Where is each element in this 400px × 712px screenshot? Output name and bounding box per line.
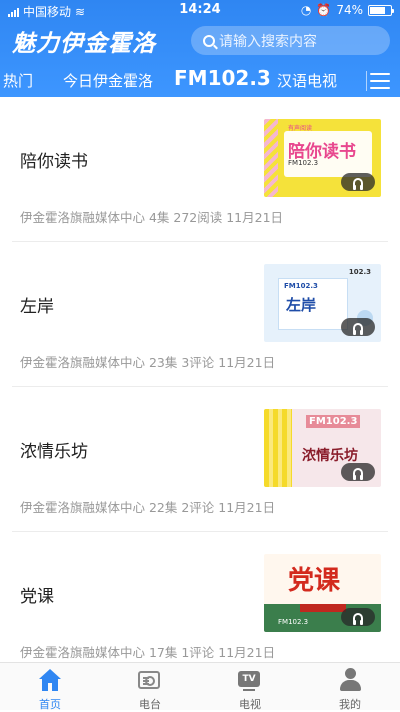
thumbnail-frequency: FM102.3: [306, 415, 361, 428]
app-title: 魅力伊金霍洛: [12, 31, 156, 57]
program-meta: 伊金霍洛旗融媒体中心 23集 3评论 11月21日: [20, 355, 276, 370]
tab-fm1023[interactable]: FM102.3: [174, 66, 271, 90]
battery-fill: [370, 6, 385, 14]
headphone-icon: [353, 177, 363, 190]
app-header: 中国移动 ≋ 14:24 ◔ ⏰ 74% 魅力伊金霍洛 请输入搜索内容 热门 今…: [0, 0, 400, 97]
program-thumbnail[interactable]: 党课 FM102.3: [264, 554, 381, 632]
list-item[interactable]: 陪你读书 伊金霍洛旗融媒体中心 4集 272阅读 11月21日 有声阅读 陪你读…: [0, 97, 400, 242]
menu-divider: [366, 71, 367, 91]
battery-icon: [368, 4, 394, 16]
program-title: 党课: [20, 587, 54, 607]
tab-today-yijinhuoluo[interactable]: 今日伊金霍洛: [63, 70, 153, 91]
listen-button[interactable]: [341, 463, 375, 481]
thumbnail-frequency: FM102.3: [278, 618, 309, 626]
status-bar: 中国移动 ≋ 14:24 ◔ ⏰ 74%: [0, 0, 400, 20]
search-bar[interactable]: 请输入搜索内容: [191, 26, 390, 55]
program-title: 左岸: [20, 297, 54, 317]
program-thumbnail[interactable]: 102.3 FM102.3 左岸: [264, 264, 381, 342]
program-title: 浓情乐坊: [20, 442, 88, 462]
headphone-icon: [353, 467, 363, 480]
nav-radio[interactable]: 电台: [100, 663, 200, 711]
tab-hot[interactable]: 热门: [3, 70, 33, 91]
list-item[interactable]: 左岸 伊金霍洛旗融媒体中心 23集 3评论 11月21日 102.3 FM102…: [0, 242, 400, 387]
alarm-icon: ⏰: [316, 3, 332, 17]
status-right: ◔ ⏰ 74%: [300, 3, 394, 17]
thumbnail-caption: 有声阅读: [288, 125, 313, 132]
home-icon: [38, 668, 62, 692]
list-item[interactable]: 党课 伊金霍洛旗融媒体中心 17集 1评论 11月21日 党课 FM102.3: [0, 532, 400, 677]
listen-button[interactable]: [341, 318, 375, 336]
thumbnail-title: 党课: [288, 566, 341, 596]
program-meta: 伊金霍洛旗融媒体中心 22集 2评论 11月21日: [20, 500, 276, 515]
thumbnail-frequency: FM102.3: [288, 159, 319, 167]
thumbnail-title: 左岸: [286, 296, 317, 314]
thumbnail-banner: [300, 604, 346, 612]
program-thumbnail[interactable]: FM102.3 浓情乐坊: [264, 409, 381, 487]
thumbnail-decoration: [264, 119, 278, 197]
nav-tv[interactable]: TV 电视: [200, 663, 300, 711]
thumbnail-frequency: FM102.3: [284, 282, 318, 290]
menu-icon[interactable]: [370, 73, 390, 89]
bottom-tab-bar: 首页 电台 TV 电视 我的: [0, 662, 400, 711]
radio-icon: [138, 671, 160, 689]
thumbnail-decoration: [264, 409, 292, 487]
nav-profile[interactable]: 我的: [300, 663, 400, 711]
list-item[interactable]: 浓情乐坊 伊金霍洛旗融媒体中心 22集 2评论 11月21日 FM102.3 浓…: [0, 387, 400, 532]
search-placeholder: 请输入搜索内容: [219, 33, 317, 50]
listen-button[interactable]: [341, 608, 375, 626]
channel-tabs: 热门 今日伊金霍洛 FM102.3 汉语电视: [0, 62, 400, 96]
program-title: 陪你读书: [20, 152, 88, 172]
thumbnail-number: 102.3: [348, 268, 371, 276]
listen-button[interactable]: [341, 173, 375, 191]
rotation-lock-icon: ◔: [300, 3, 312, 17]
program-meta: 伊金霍洛旗融媒体中心 17集 1评论 11月21日: [20, 645, 276, 660]
battery-percent: 74%: [336, 3, 363, 17]
nav-home[interactable]: 首页: [0, 663, 100, 711]
headphone-icon: [353, 612, 363, 625]
headphone-icon: [353, 322, 363, 335]
profile-icon: [338, 668, 362, 692]
thumbnail-title: 浓情乐坊: [302, 448, 358, 464]
tv-icon: TV: [238, 671, 260, 691]
tab-chinese-tv[interactable]: 汉语电视: [277, 70, 337, 91]
search-icon: [203, 34, 215, 47]
program-meta: 伊金霍洛旗融媒体中心 4集 272阅读 11月21日: [20, 210, 284, 225]
program-thumbnail[interactable]: 有声阅读 陪你读书 FM102.3: [264, 119, 381, 197]
